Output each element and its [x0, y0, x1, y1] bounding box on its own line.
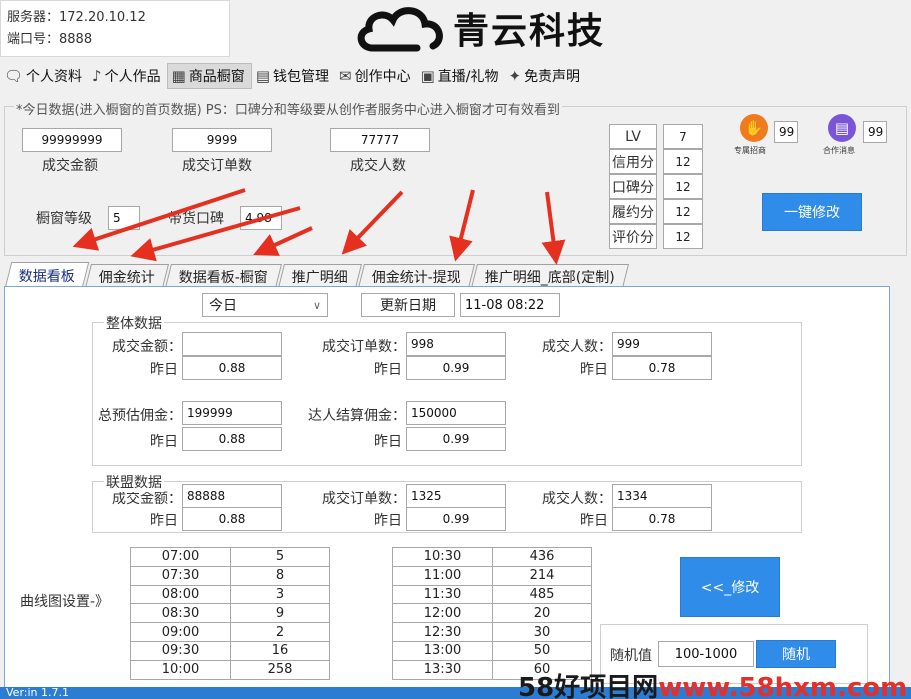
watermark-suffix: www.58hxm.com	[658, 673, 908, 699]
arrow-3	[253, 226, 313, 256]
arrow-5	[449, 189, 475, 262]
arrow-6	[541, 191, 566, 265]
arrow-4	[341, 190, 404, 255]
alliance-title: 联盟数据	[104, 472, 164, 492]
today-caption: *今日数据(进入橱窗的首页数据) PS：口碑分和等级要从创作者服务中心进入橱窗才…	[14, 99, 562, 118]
watermark: 58好项目网www.58hxm.com	[518, 667, 907, 699]
overall-title: 整体数据	[104, 313, 164, 333]
watermark-prefix: 58好项目网	[518, 673, 659, 699]
arrow-1	[72, 188, 246, 251]
